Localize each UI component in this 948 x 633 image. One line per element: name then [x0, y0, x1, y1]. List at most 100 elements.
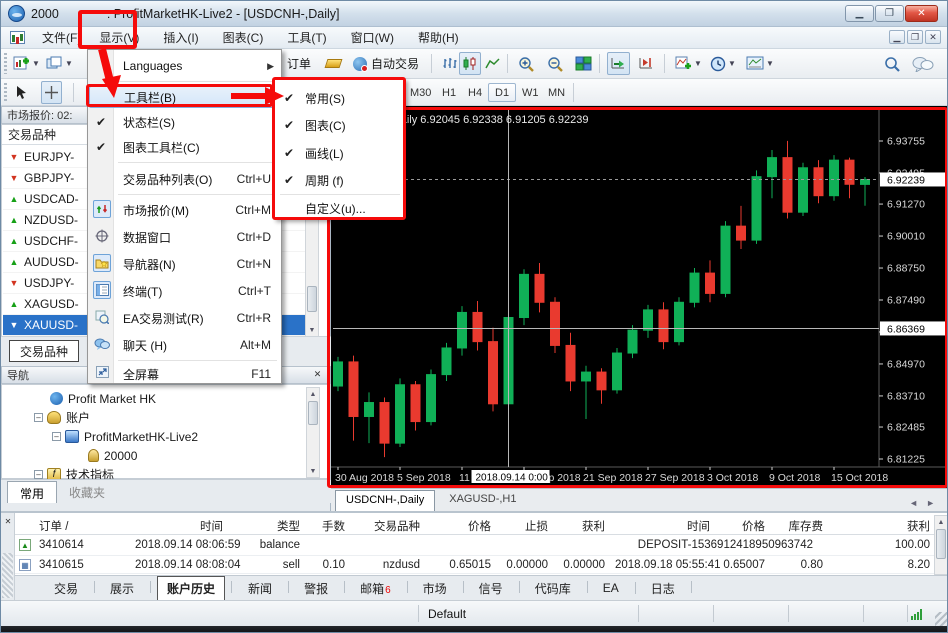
menu-item-status-bar[interactable]: ✔状态栏(S)	[89, 111, 280, 133]
history-row-balance[interactable]: ▲ 3410614 2018.09.14 08:06:59 balance DE…	[15, 536, 935, 556]
tab-mailbox[interactable]: 邮箱6	[351, 577, 400, 600]
tab-journal[interactable]: 日志	[642, 577, 684, 600]
minimize-button[interactable]: ▁	[845, 5, 874, 22]
chart-shift-button[interactable]	[635, 52, 658, 75]
menu-charts[interactable]: 图表(C)	[214, 26, 273, 49]
tab-code-base[interactable]: 代码库	[526, 577, 580, 600]
menu-tools[interactable]: 工具(T)	[278, 26, 335, 49]
scroll-down-icon[interactable]: ▼	[306, 324, 318, 336]
chart-window-icon[interactable]	[10, 31, 25, 44]
period-h4-button[interactable]: H4	[461, 83, 489, 102]
tab-trade[interactable]: 交易	[45, 577, 87, 600]
menu-item-languages[interactable]: Languages▶	[89, 55, 280, 77]
candlestick-mode-button[interactable]	[459, 52, 481, 75]
menu-item-strategy-tester[interactable]: EA交易测试(R)Ctrl+R	[89, 307, 280, 329]
scroll-up-icon[interactable]: ▲	[307, 388, 319, 400]
gold-chart-button[interactable]	[323, 52, 344, 75]
period-d1-button[interactable]: D1	[488, 83, 516, 102]
chart-tab-usdcnh[interactable]: USDCNH-,Daily	[335, 490, 435, 511]
close-button[interactable]: ✕	[905, 5, 938, 22]
auto-scroll-button[interactable]	[607, 52, 630, 75]
crosshair-button[interactable]	[41, 81, 62, 104]
tab-alerts[interactable]: 警报	[295, 577, 337, 600]
menu-view[interactable]: 显示(V)	[90, 26, 148, 49]
column-price[interactable]: 价格	[441, 518, 491, 534]
profiles-button[interactable]: ▼	[43, 52, 76, 75]
menu-item-chat[interactable]: 聊天 (H)Alt+M	[89, 334, 280, 356]
toolbar-grip-2[interactable]	[4, 83, 7, 101]
tab-signals[interactable]: 信号	[470, 577, 512, 600]
column-profit[interactable]: 获利	[855, 518, 930, 534]
terminal-scrollbar[interactable]: ▲	[934, 515, 948, 575]
tree-item-broker[interactable]: Profit Market HK	[50, 389, 156, 408]
menu-item-toolbars[interactable]: 工具栏(B)▶	[89, 86, 280, 108]
chart-tab-xagusd[interactable]: XAGUSD-,H1	[439, 490, 526, 511]
navigator-close-icon[interactable]: ✕	[311, 368, 324, 381]
column-close-time[interactable]: 时间	[615, 518, 710, 534]
zoom-in-button[interactable]	[515, 52, 538, 75]
navigator-tab-common[interactable]: 常用	[7, 481, 57, 503]
tree-item-accounts[interactable]: – 账户	[34, 408, 90, 427]
profile-name[interactable]: Default	[428, 607, 466, 621]
column-type[interactable]: 类型	[250, 518, 300, 534]
menu-window[interactable]: 窗口(W)	[342, 26, 403, 49]
new-order-button[interactable]: 订单	[284, 52, 314, 75]
submenu-item-customize[interactable]: 自定义(u)...	[275, 197, 403, 219]
zoom-out-button[interactable]	[544, 52, 567, 75]
menu-insert[interactable]: 插入(I)	[154, 26, 207, 49]
submenu-item-charts[interactable]: ✔图表(C)	[275, 114, 403, 136]
menu-item-terminal[interactable]: 终端(T)Ctrl+T	[89, 280, 280, 302]
toolbar-grip[interactable]	[4, 53, 7, 74]
terminal-close-icon[interactable]: ✕	[2, 515, 14, 527]
tab-market[interactable]: 市场	[414, 577, 456, 600]
menu-item-symbols[interactable]: 交易品种列表(O)Ctrl+U	[89, 168, 280, 190]
menu-item-market-watch[interactable]: 市场报价(M)Ctrl+M	[89, 199, 280, 221]
child-restore-button[interactable]: ❐	[907, 30, 923, 44]
tab-news[interactable]: 新闻	[239, 577, 281, 600]
column-close-price[interactable]: 价格	[715, 518, 765, 534]
chart-area[interactable]	[331, 106, 948, 488]
child-minimize-button[interactable]: ▁	[889, 30, 905, 44]
column-order[interactable]: 订单 /	[39, 518, 68, 534]
search-button[interactable]	[881, 52, 904, 75]
cursor-button[interactable]	[11, 81, 31, 104]
tree-item-account-number[interactable]: 20000	[88, 446, 137, 465]
scroll-down-icon[interactable]: ▼	[307, 465, 319, 477]
submenu-item-timeframes[interactable]: ✔周期 (f)	[275, 169, 403, 191]
resize-grip[interactable]	[935, 612, 948, 626]
menu-item-navigator[interactable]: 导航器(N)Ctrl+N	[89, 253, 280, 275]
column-stoploss[interactable]: 止损	[498, 518, 548, 534]
submenu-item-standard[interactable]: ✔常用(S)	[275, 87, 403, 109]
terminal-side-grip[interactable]	[2, 553, 13, 598]
history-row-trade[interactable]: ▦ 3410615 2018.09.14 08:08:04 sell 0.10 …	[15, 556, 935, 574]
chart-tab-scroll-arrows[interactable]: ◄►	[909, 498, 943, 508]
menu-file[interactable]: 文件(F)	[33, 26, 90, 49]
scroll-up-icon[interactable]: ▲	[935, 516, 947, 528]
column-symbol[interactable]: 交易品种	[360, 518, 420, 534]
menu-item-data-window[interactable]: 数据窗口Ctrl+D	[89, 226, 280, 248]
bar-chart-mode-button[interactable]	[439, 52, 461, 75]
submenu-item-line-studies[interactable]: ✔画线(L)	[275, 142, 403, 164]
navigator-scrollbar[interactable]: ▲ ▼	[306, 387, 320, 478]
column-swap[interactable]: 库存费	[763, 518, 823, 534]
tile-windows-button[interactable]	[572, 52, 595, 75]
tab-exposure[interactable]: 展示	[101, 577, 143, 600]
collapse-icon[interactable]: –	[34, 470, 43, 479]
menu-item-full-screen[interactable]: 全屏幕F11	[89, 363, 280, 385]
period-mn-button[interactable]: MN	[541, 83, 572, 102]
market-watch-symbols-tab[interactable]: 交易品种	[9, 340, 79, 362]
child-close-button[interactable]: ✕	[925, 30, 941, 44]
new-chart-button[interactable]: ▼	[10, 52, 43, 75]
templates-button[interactable]: ▼	[743, 52, 777, 75]
column-time[interactable]: 时间	[135, 518, 223, 534]
periods-button[interactable]: ▼	[707, 52, 739, 75]
tab-account-history[interactable]: 账户历史	[157, 576, 225, 601]
autotrading-button[interactable]: 自动交易	[350, 52, 422, 75]
period-h1-button[interactable]: H1	[435, 83, 463, 102]
navigator-tab-favorites[interactable]: 收藏夹	[57, 481, 117, 503]
collapse-icon[interactable]: –	[34, 413, 43, 422]
menu-help[interactable]: 帮助(H)	[409, 26, 468, 49]
column-lots[interactable]: 手数	[300, 518, 345, 534]
chat-button[interactable]	[909, 52, 937, 75]
tab-experts[interactable]: EA	[594, 578, 628, 598]
